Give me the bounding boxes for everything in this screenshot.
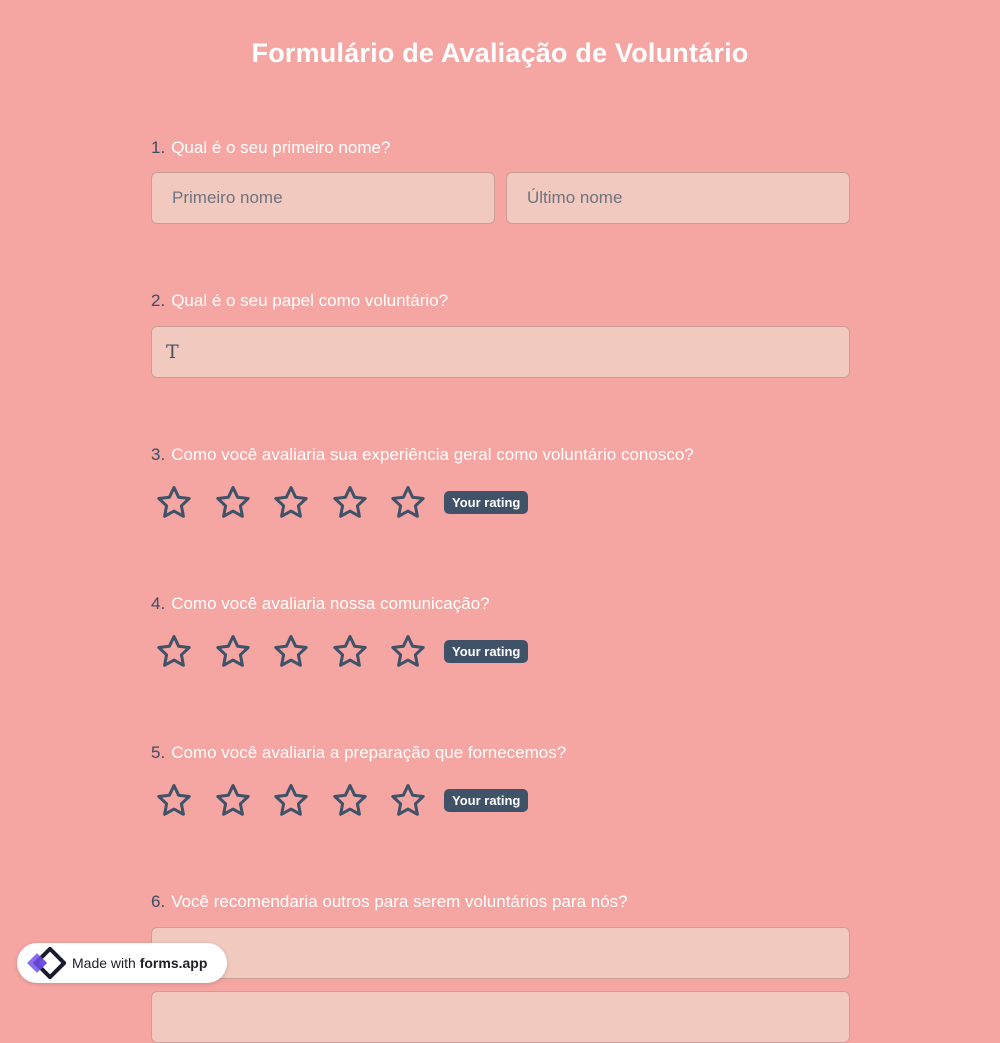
question-1-number: 1. <box>151 138 166 157</box>
question-3-label: 3. Como você avaliaria sua experiência ge… <box>151 445 851 465</box>
made-with-forms-app-badge[interactable]: Made with forms.app <box>17 943 227 983</box>
star-icon[interactable] <box>330 781 370 821</box>
rating-badge-q5: Your rating <box>444 789 529 812</box>
first-name-placeholder: Primeiro nome <box>172 188 283 207</box>
question-5-label: 5. Como você avaliaria a preparação que f… <box>151 743 851 763</box>
rating-badge-q4: Your rating <box>444 640 529 663</box>
rating-badge-q3: Your rating <box>444 491 529 514</box>
star-icon[interactable] <box>213 632 253 672</box>
star-icon[interactable] <box>271 781 311 821</box>
question-1-text: Qual é o seu primeiro nome? <box>171 138 391 157</box>
question-3: 3. Como você avaliaria sua experiência ge… <box>151 445 851 518</box>
last-name-input[interactable]: Último nome <box>506 172 850 224</box>
star-icon[interactable] <box>388 632 428 672</box>
rating-stars-q3 <box>154 483 447 523</box>
rating-stars-q4 <box>154 632 447 672</box>
question-5-text: Como você avaliaria a preparação que for… <box>171 743 567 762</box>
branding-text: Made with forms.app <box>72 955 207 971</box>
question-4-number: 4. <box>151 594 166 613</box>
question-4-label: 4. Como você avaliaria nossa comunicação? <box>151 594 851 614</box>
star-icon[interactable] <box>154 483 194 523</box>
question-3-number: 3. <box>151 445 166 464</box>
question-1: 1. Qual é o seu primeiro nome? Primeiro n… <box>151 138 851 224</box>
question-5-number: 5. <box>151 743 166 762</box>
star-icon[interactable] <box>271 632 311 672</box>
branding-prefix: Made with <box>72 955 136 971</box>
question-6-text: Você recomendaria outros para serem volu… <box>171 892 628 911</box>
question-6-number: 6. <box>151 892 166 911</box>
question-4: 4. Como você avaliaria nossa comunicação?… <box>151 594 851 667</box>
star-icon[interactable] <box>330 632 370 672</box>
recommend-option-1[interactable] <box>151 927 850 979</box>
branding-name: forms.app <box>139 955 208 971</box>
star-icon[interactable] <box>154 632 194 672</box>
star-icon[interactable] <box>271 483 311 523</box>
question-6-label: 6. Você recomendaria outros para serem vo… <box>151 892 851 912</box>
last-name-placeholder: Último nome <box>527 188 623 207</box>
question-2-text: Qual é o seu papel como voluntário? <box>171 291 449 310</box>
forms-app-logo-icon <box>27 947 66 979</box>
recommend-option-2[interactable] <box>151 991 850 1043</box>
question-2-number: 2. <box>151 291 166 310</box>
star-icon[interactable] <box>213 483 253 523</box>
star-icon[interactable] <box>388 781 428 821</box>
rating-stars-q5 <box>154 781 447 821</box>
text-type-icon: T <box>166 341 179 363</box>
question-2-label: 2. Qual é o seu papel como voluntário? <box>151 291 851 311</box>
question-2: 2. Qual é o seu papel como voluntário? T <box>151 291 851 378</box>
star-icon[interactable] <box>330 483 370 523</box>
star-icon[interactable] <box>213 781 253 821</box>
question-4-text: Como você avaliaria nossa comunicação? <box>171 594 490 613</box>
question-1-label: 1. Qual é o seu primeiro nome? <box>151 138 851 158</box>
form-title: Formulário de Avaliação de Voluntário <box>251 38 749 68</box>
star-icon[interactable] <box>154 781 194 821</box>
question-6: 6. Você recomendaria outros para serem vo… <box>151 892 851 1043</box>
question-5: 5. Como você avaliaria a preparação que f… <box>151 743 851 816</box>
first-name-input[interactable]: Primeiro nome <box>151 172 495 224</box>
volunteer-role-input[interactable]: T <box>151 326 850 378</box>
star-icon[interactable] <box>388 483 428 523</box>
question-3-text: Como você avaliaria sua experiência gera… <box>171 445 694 464</box>
